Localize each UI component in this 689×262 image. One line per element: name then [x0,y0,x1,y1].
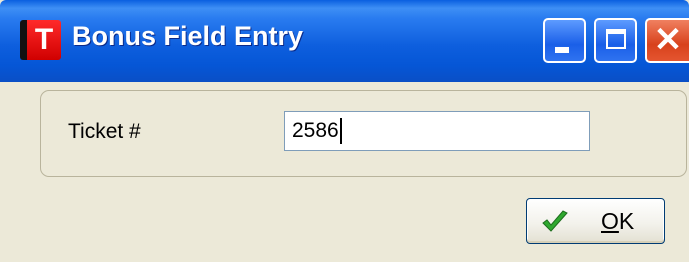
minimize-icon [555,47,569,53]
check-icon [542,210,568,232]
ok-button-label: OK [601,208,634,235]
window-title: Bonus Field Entry [72,21,304,51]
dialog-window: T Bonus Field Entry ✕ Ticket # 2586 OK [0,0,689,262]
close-button[interactable]: ✕ [645,18,689,63]
ticket-input[interactable]: 2586 [284,111,590,151]
ok-button[interactable]: OK [526,198,665,244]
minimize-button[interactable] [543,18,586,63]
maximize-button[interactable] [594,18,637,63]
ticket-input-value: 2586 [292,119,339,142]
ticket-label: Ticket # [68,120,141,143]
ok-label-rest: K [618,208,635,234]
maximize-icon [606,29,626,49]
text-caret [339,118,342,145]
ok-mnemonic: O [601,208,619,234]
app-icon[interactable]: T [20,20,61,60]
close-icon: ✕ [653,21,683,59]
title-bar[interactable]: T Bonus Field Entry ✕ [0,0,689,82]
